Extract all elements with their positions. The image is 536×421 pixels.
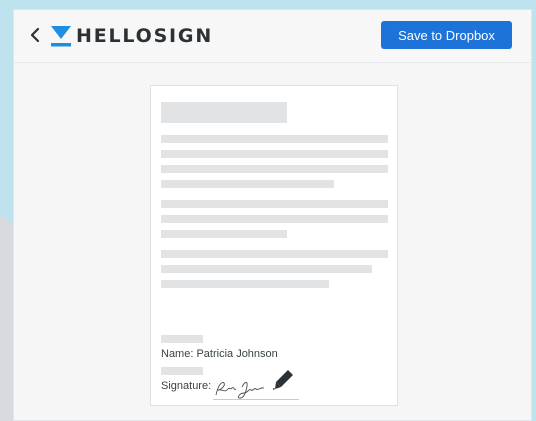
text-line-placeholder xyxy=(161,150,388,158)
name-field-label: Name: Patricia Johnson xyxy=(161,348,278,360)
text-line-placeholder xyxy=(161,135,388,143)
app-window: HELLOSIGN Save to Dropbox Name: Patricia… xyxy=(13,9,532,421)
hellosign-logo-icon xyxy=(51,26,71,47)
signature-field-label: Signature: xyxy=(161,380,212,392)
chevron-left-icon[interactable] xyxy=(28,24,42,46)
logo-text: HELLOSIGN xyxy=(76,25,214,47)
text-line-placeholder xyxy=(161,250,388,258)
text-line-placeholder xyxy=(161,265,372,273)
document-preview: Name: Patricia Johnson Signature: xyxy=(150,85,398,406)
field-label-placeholder xyxy=(161,367,203,375)
text-line-placeholder xyxy=(161,165,388,173)
signature-line xyxy=(213,399,299,400)
pen-icon[interactable] xyxy=(273,368,295,392)
text-line-placeholder xyxy=(161,280,329,288)
text-line-placeholder xyxy=(161,230,287,238)
save-to-dropbox-button[interactable]: Save to Dropbox xyxy=(381,21,512,49)
text-line-placeholder xyxy=(161,180,334,188)
doc-title-placeholder xyxy=(161,102,287,123)
header-bar: HELLOSIGN Save to Dropbox xyxy=(14,10,531,63)
field-label-placeholder xyxy=(161,335,203,343)
text-line-placeholder xyxy=(161,215,388,223)
text-line-placeholder xyxy=(161,200,388,208)
